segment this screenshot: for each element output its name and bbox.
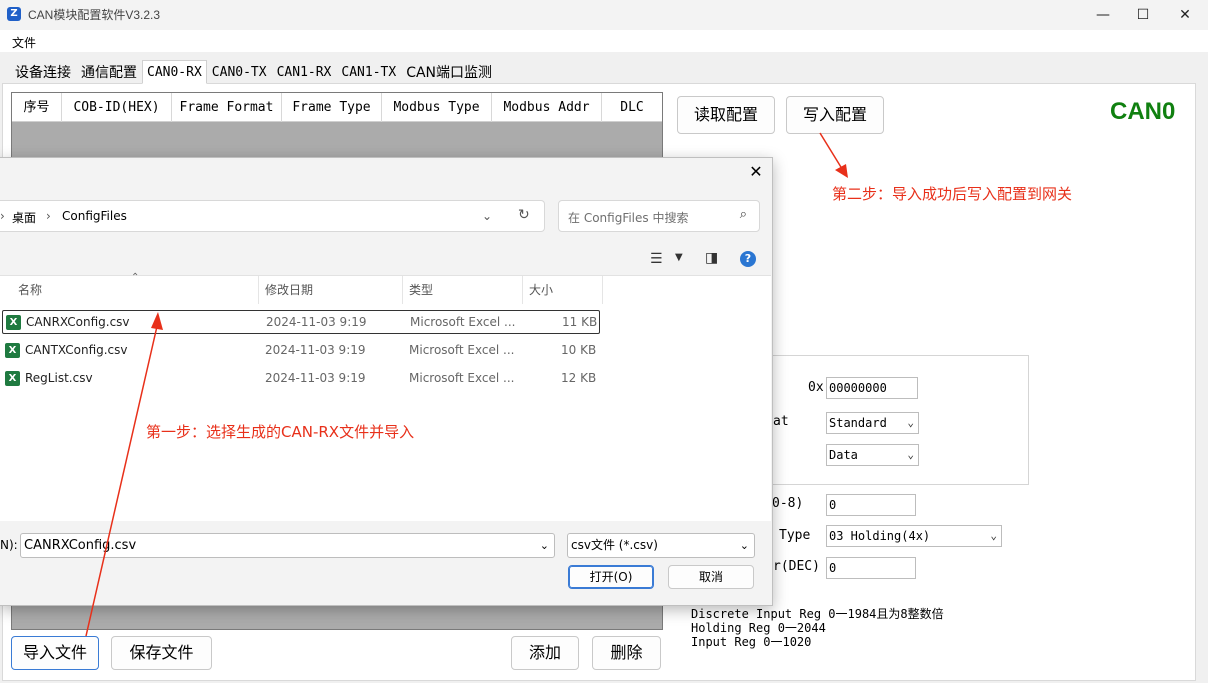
step1-arrow-head: [151, 312, 163, 330]
step2-arrow-line: [819, 132, 845, 173]
step1-arrow-line: [85, 321, 159, 637]
step2-arrow-head: [835, 164, 848, 178]
annotation-arrows: [85, 132, 848, 637]
